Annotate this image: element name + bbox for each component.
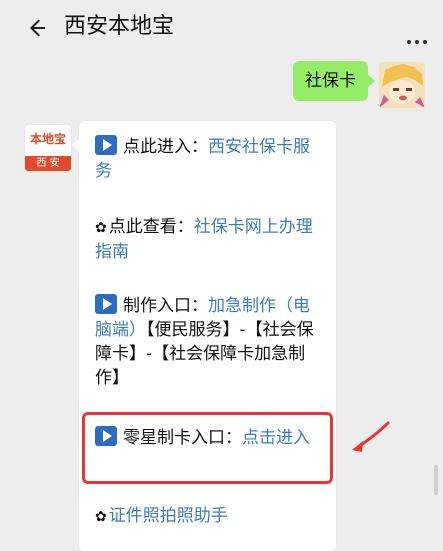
flower-icon: ✿ — [95, 509, 107, 525]
flower-icon: ✿ — [95, 220, 107, 236]
chat-header: 西安本地宝 — [0, 0, 443, 56]
back-arrow-icon — [30, 19, 46, 37]
more-button[interactable] — [403, 16, 431, 44]
line-prefix: 点此进入： — [123, 137, 208, 157]
more-dots-icon — [407, 40, 411, 44]
line-prefix: 制作入口： — [123, 296, 208, 316]
bot-avatar[interactable]: 本地宝 西 安 — [24, 124, 72, 172]
anime-avatar-icon — [379, 62, 425, 108]
user-avatar[interactable] — [379, 62, 425, 108]
bot-avatar-top-text: 本地宝 — [29, 132, 66, 146]
bot-message-bubble: 点此进入：西安社保卡服务 ✿ 点此查看：社保卡网上办理指南 制作入口：加急制作（电… — [72, 121, 336, 551]
highlight-box — [82, 412, 333, 484]
back-button[interactable] — [20, 12, 52, 44]
list-item: ✿ 证件照拍照助手 — [95, 504, 325, 529]
list-item: 制作入口：加急制作（电脑端）【便民服务】-【社会保障卡】-【社会保障卡加急制作】 — [95, 294, 325, 390]
list-item: 点此进入：西安社保卡服务 — [95, 135, 323, 183]
line-prefix: 点此查看： — [108, 217, 194, 237]
play-icon — [95, 135, 117, 155]
red-arrow-icon — [352, 421, 390, 452]
chat-title: 西安本地宝 — [64, 14, 175, 39]
play-icon — [95, 294, 117, 314]
user-message-bubble[interactable]: 社保卡 — [293, 61, 375, 101]
bot-avatar-bottom-text: 西 安 — [36, 158, 60, 169]
user-message-text: 社保卡 — [305, 71, 356, 91]
link-photo-helper[interactable]: 证件照拍照助手 — [109, 506, 228, 526]
list-item: ✿ 点此查看：社保卡网上办理指南 — [95, 215, 325, 264]
scrollbar[interactable] — [434, 465, 438, 495]
